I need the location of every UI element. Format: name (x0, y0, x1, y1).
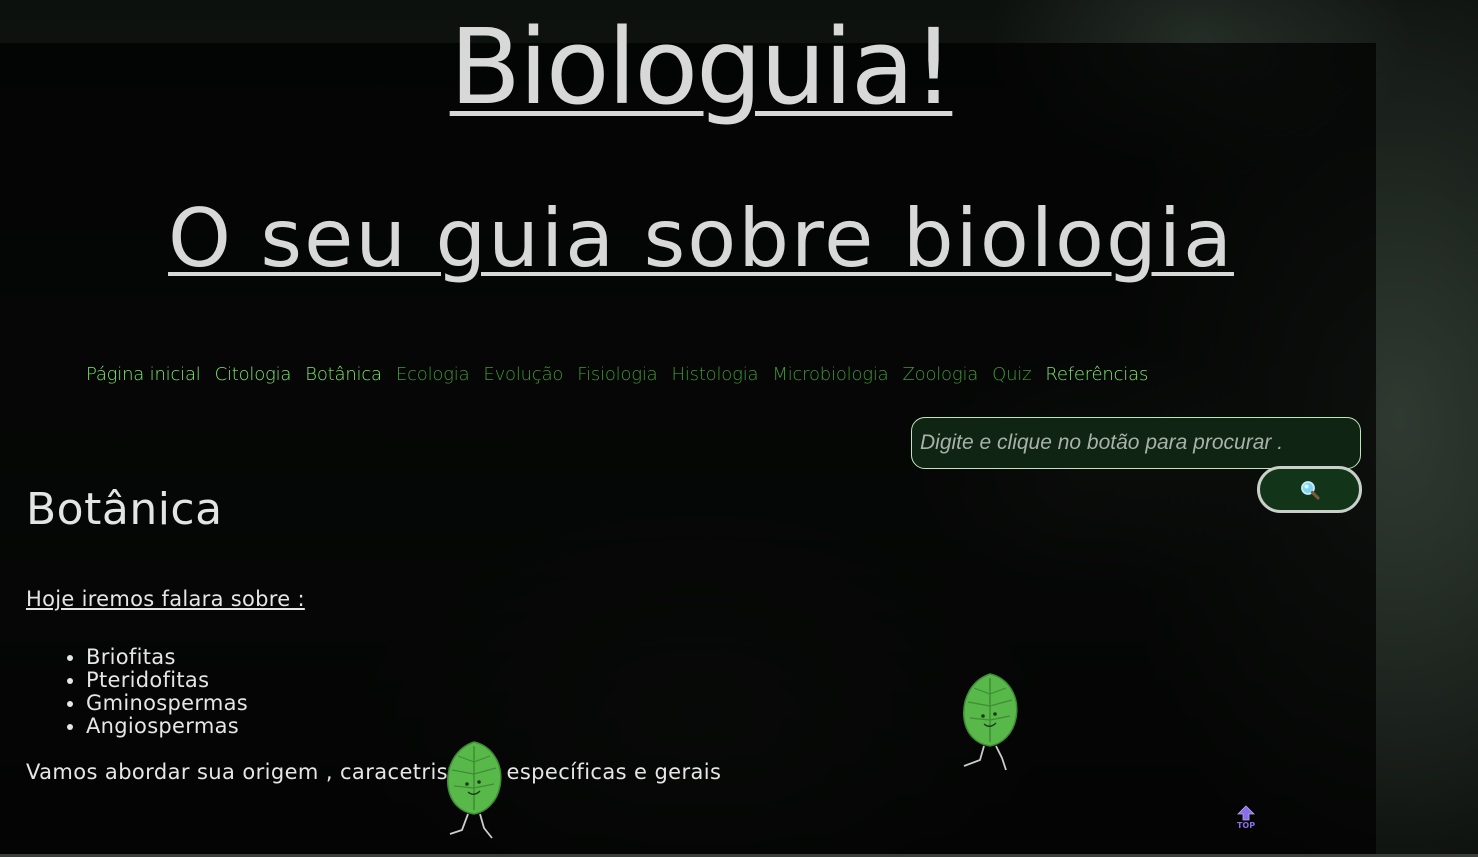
search-input[interactable] (911, 417, 1361, 469)
arrow-up-icon (1237, 805, 1255, 821)
list-item: Briofitas (86, 646, 248, 669)
nav-item-histologia[interactable]: Histologia (672, 364, 759, 385)
walking-leaf-icon (447, 741, 502, 839)
nav-item-citologia[interactable]: Citologia (215, 364, 292, 385)
section-title: Botânica (26, 484, 223, 535)
intro-text[interactable]: Hoje iremos falara sobre : (26, 587, 305, 611)
search-button[interactable] (1257, 466, 1362, 513)
back-to-top-label: TOP (1236, 821, 1256, 830)
list-item: Angiospermas (86, 715, 248, 738)
nav-item-pagina-inicial[interactable]: Página inicial (86, 364, 201, 385)
topics-list: Briofitas Pteridofitas Gminospermas Angi… (46, 646, 248, 738)
site-title: Biologuia! (449, 6, 955, 128)
list-item: Pteridofitas (86, 669, 248, 692)
nav-item-microbiologia[interactable]: Microbiologia (772, 364, 888, 385)
walking-leaf-icon (963, 673, 1018, 771)
page: Biologuia! O seu guia sobre biologia Pág… (0, 0, 1478, 857)
summary-text: Vamos abordar sua origem , caracetristic… (26, 760, 722, 784)
nav-item-botanica[interactable]: Botânica (305, 364, 382, 385)
nav-item-quiz[interactable]: Quiz (992, 364, 1031, 385)
nav-item-fisiologia[interactable]: Fisiologia (577, 364, 657, 385)
back-to-top-button[interactable]: TOP (1234, 805, 1258, 833)
list-item: Gminospermas (86, 692, 248, 715)
nav-item-referencias[interactable]: Referências (1045, 364, 1148, 385)
nav-item-ecologia[interactable]: Ecologia (396, 364, 470, 385)
magnifier-icon (1300, 480, 1320, 500)
main-nav: Página inicial Citologia Botânica Ecolog… (86, 364, 1148, 385)
nav-item-zoologia[interactable]: Zoologia (903, 364, 979, 385)
site-subtitle: O seu guia sobre biologia (168, 192, 1234, 285)
nav-item-evolucao[interactable]: Evolução (483, 364, 563, 385)
